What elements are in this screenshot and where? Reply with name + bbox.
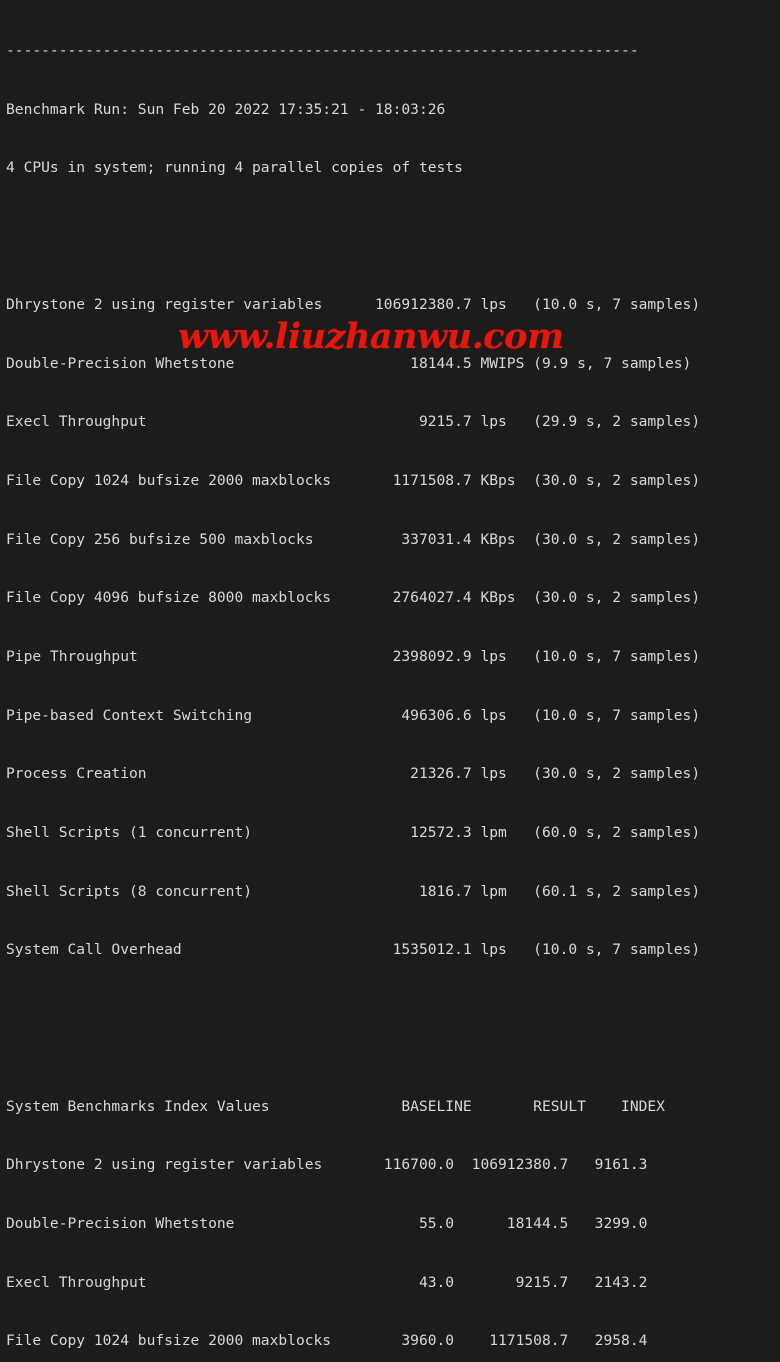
index-table-header: System Benchmarks Index Values BASELINE … xyxy=(6,1097,665,1115)
index-row: Execl Throughput 43.0 9215.7 2143.2 xyxy=(6,1273,648,1291)
result-row: File Copy 4096 bufsize 8000 maxblocks 27… xyxy=(6,589,701,607)
index-row: Dhrystone 2 using register variables 116… xyxy=(6,1156,648,1174)
index-row: File Copy 1024 bufsize 2000 maxblocks 39… xyxy=(6,1332,648,1350)
result-row: File Copy 256 bufsize 500 maxblocks 3370… xyxy=(6,530,701,548)
index-row: Double-Precision Whetstone 55.0 18144.5 … xyxy=(6,1214,648,1232)
result-row: Shell Scripts (1 concurrent) 12572.3 lpm… xyxy=(6,823,701,841)
result-row: Pipe-based Context Switching 496306.6 lp… xyxy=(6,706,701,724)
separator-line-top: ----------------------------------------… xyxy=(6,42,639,60)
result-row: Execl Throughput 9215.7 lps (29.9 s, 2 s… xyxy=(6,413,701,431)
benchmark-run-line: Benchmark Run: Sun Feb 20 2022 17:35:21 … xyxy=(6,100,446,118)
result-row: Pipe Throughput 2398092.9 lps (10.0 s, 7… xyxy=(6,648,701,666)
cpu-info-line: 4 CPUs in system; running 4 parallel cop… xyxy=(6,159,463,177)
result-row: Process Creation 21326.7 lps (30.0 s, 2 … xyxy=(6,765,701,783)
terminal-output[interactable]: ----------------------------------------… xyxy=(0,0,780,1349)
result-row: Shell Scripts (8 concurrent) 1816.7 lpm … xyxy=(6,882,701,900)
result-row: System Call Overhead 1535012.1 lps (10.0… xyxy=(6,941,701,959)
result-row: File Copy 1024 bufsize 2000 maxblocks 11… xyxy=(6,472,701,490)
result-row: Dhrystone 2 using register variables 106… xyxy=(6,296,701,314)
result-row: Double-Precision Whetstone 18144.5 MWIPS… xyxy=(6,354,692,372)
